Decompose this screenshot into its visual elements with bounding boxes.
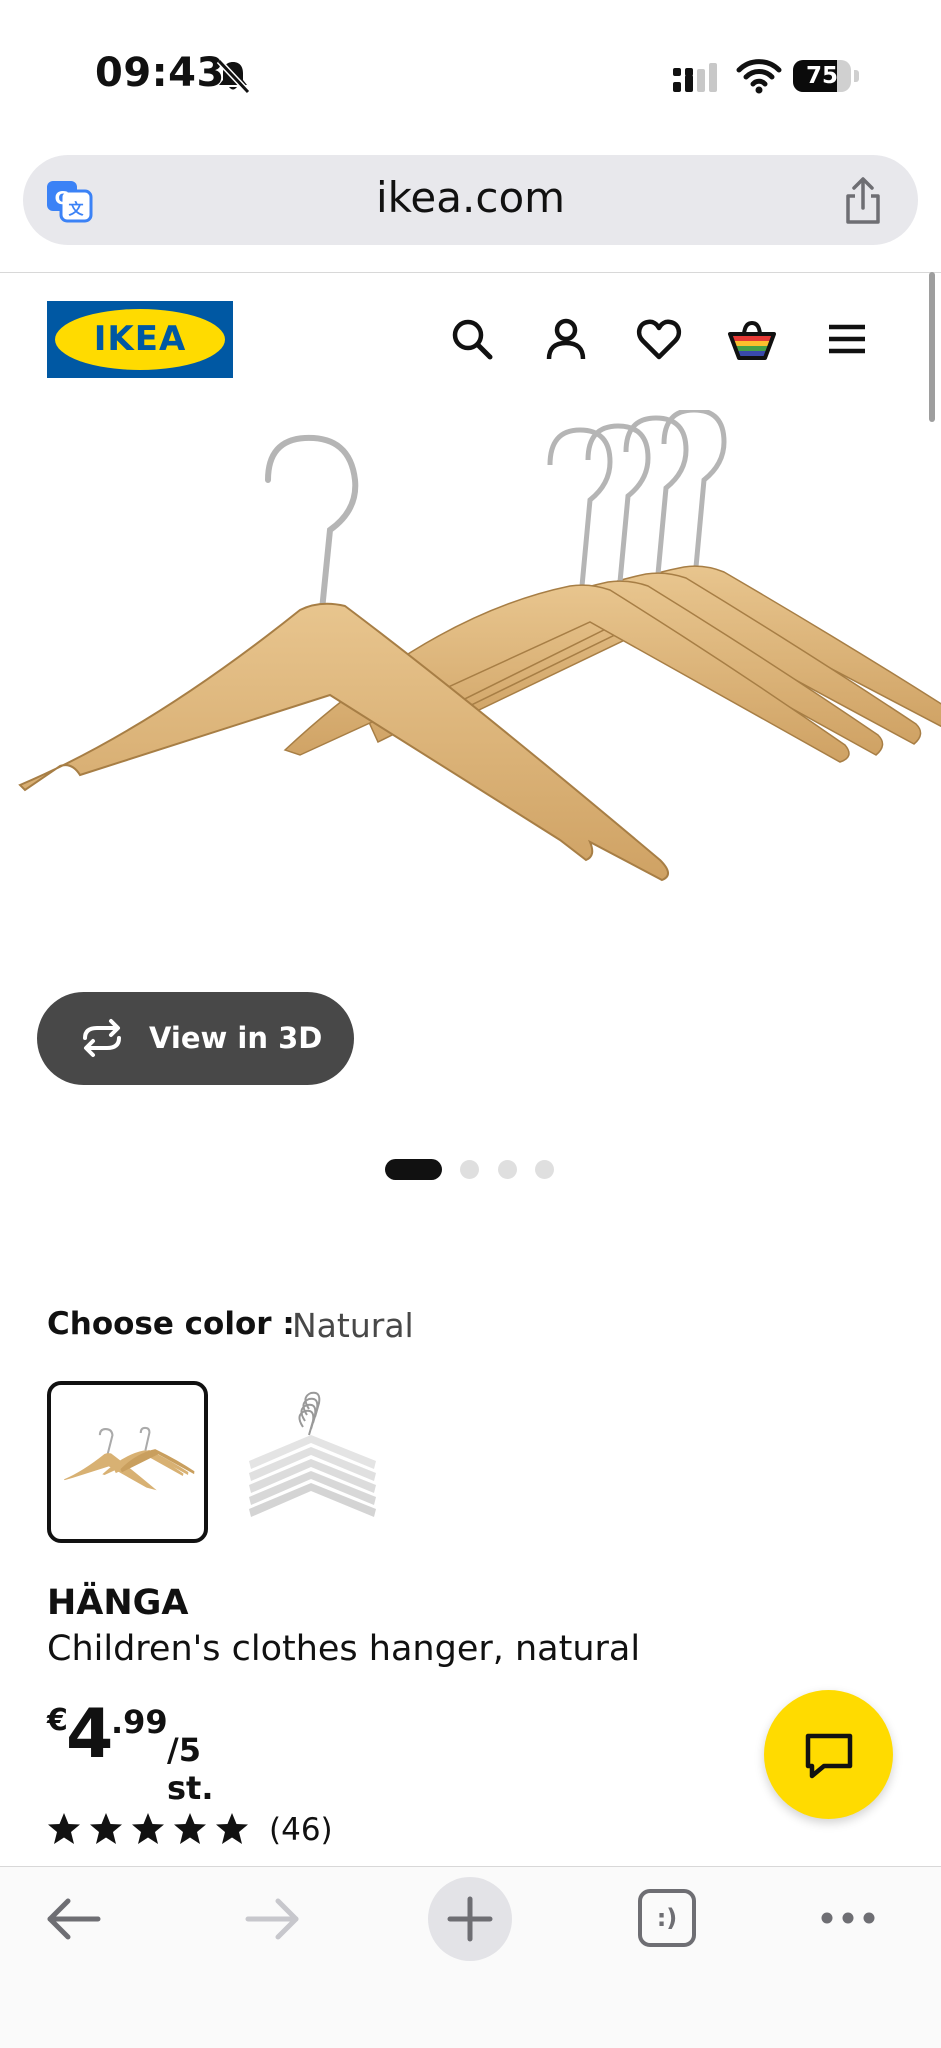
heart-icon[interactable] xyxy=(634,314,684,364)
plus-icon xyxy=(447,1896,493,1942)
more-icon[interactable] xyxy=(818,1903,878,1933)
bell-slash-icon xyxy=(216,58,251,95)
page-scrollbar[interactable] xyxy=(929,272,935,422)
color-swatch-white[interactable] xyxy=(231,1381,392,1543)
price-unit: /5 st. xyxy=(167,1731,214,1807)
menu-icon[interactable] xyxy=(822,314,872,364)
ikea-logo[interactable]: IKEA xyxy=(47,301,233,378)
forward-arrow-icon[interactable] xyxy=(242,1894,302,1944)
logo-text: IKEA xyxy=(93,319,187,359)
price-integer: 4 xyxy=(66,1695,114,1774)
star-icon xyxy=(174,1813,206,1844)
star-icon xyxy=(132,1813,164,1844)
view-3d-label: View in 3D xyxy=(149,1021,323,1055)
product-name[interactable]: HÄNGA xyxy=(47,1583,189,1623)
carousel-dot[interactable] xyxy=(498,1160,517,1179)
swatch-natural-image xyxy=(63,1426,195,1491)
view-3d-button[interactable]: View in 3D xyxy=(37,992,354,1085)
divider xyxy=(0,1866,941,1867)
price-decimal: .99 xyxy=(111,1703,168,1741)
status-time: 09:43 xyxy=(95,50,225,96)
back-arrow-icon[interactable] xyxy=(44,1894,104,1944)
product-description: Children's clothes hanger, natural xyxy=(47,1629,641,1669)
battery-level: 75 xyxy=(805,63,838,89)
swatch-white-image xyxy=(249,1391,376,1517)
divider xyxy=(0,272,941,273)
color-swatch-natural[interactable] xyxy=(47,1381,208,1543)
url-text[interactable]: ikea.com xyxy=(0,173,941,222)
star-icon xyxy=(48,1813,80,1844)
price-currency: € xyxy=(47,1703,68,1738)
chat-button[interactable] xyxy=(764,1690,893,1819)
share-icon[interactable] xyxy=(838,176,888,228)
selected-color-value: Natural xyxy=(292,1306,414,1345)
carousel-dot[interactable] xyxy=(460,1160,479,1179)
carousel-dot[interactable] xyxy=(535,1160,554,1179)
chat-bubble-icon xyxy=(805,1733,853,1779)
product-image[interactable] xyxy=(0,410,941,990)
review-count[interactable]: (46) xyxy=(269,1812,333,1848)
cart-icon[interactable] xyxy=(727,314,777,364)
tabs-label: :) xyxy=(656,1904,678,1932)
account-icon[interactable] xyxy=(541,314,591,364)
star-icon xyxy=(90,1813,122,1844)
rotate-3d-icon xyxy=(83,1019,121,1057)
tabs-button[interactable]: :) xyxy=(638,1889,696,1947)
choose-color-label: Choose color : xyxy=(47,1306,295,1342)
battery-tip xyxy=(854,70,859,82)
carousel-dot-active[interactable] xyxy=(385,1159,442,1180)
cellular-signal-icon xyxy=(673,63,717,92)
new-tab-button[interactable] xyxy=(428,1877,512,1961)
wifi-icon xyxy=(736,59,782,94)
battery-indicator: 75 xyxy=(793,60,859,92)
star-icon xyxy=(216,1813,248,1844)
search-icon[interactable] xyxy=(447,314,497,364)
